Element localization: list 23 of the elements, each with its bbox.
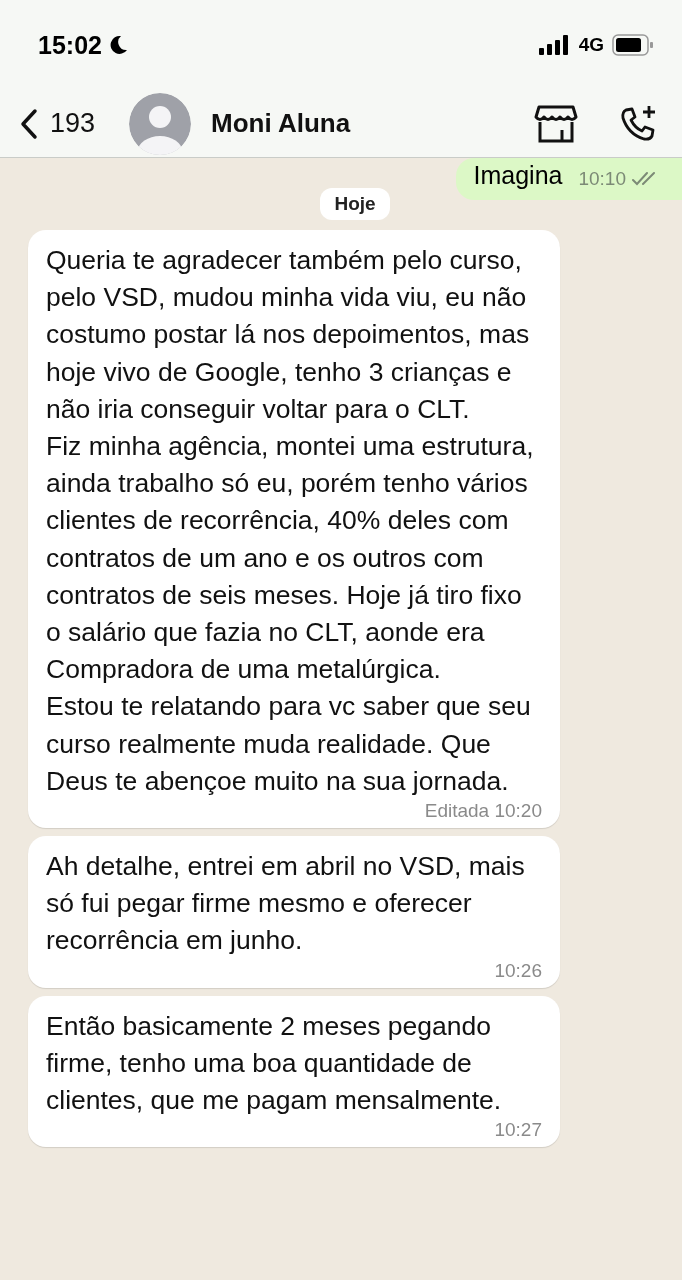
back-button[interactable]: 193 — [20, 107, 96, 140]
battery-icon — [612, 34, 654, 56]
message-time: 10:27 — [494, 1119, 542, 1142]
message-bubble[interactable]: Então basicamente 2 meses pegando firme, tenho uma boa quantidade de clientes, que me pagam mensalmente. 10:27 — [28, 995, 560, 1148]
signal-icon — [538, 35, 571, 55]
contact-name[interactable]: Moni Aluna — [211, 108, 534, 139]
chevron-left-icon — [20, 107, 38, 140]
message-text: Imagina — [473, 160, 563, 190]
storefront-icon[interactable] — [534, 103, 578, 144]
message-bubble[interactable]: Imagina 10:10 — [455, 158, 682, 200]
message-text: Ah detalhe, entrei em abril no VSD, mais só fui pegar firme mesmo e oferecer recorrência em junho. — [46, 850, 526, 958]
network-type: 4G — [578, 34, 604, 56]
message-text: Então basicamente 2 meses pegando firme, tenho uma boa quantidade de clientes, que me pagam mensalmente. — [46, 1009, 503, 1118]
message-bubble[interactable]: Ah detalhe, entrei em abril no VSD, mais só fui pegar firme mesmo e oferecer recorrência em junho. 10:26 — [28, 836, 560, 988]
add-call-icon[interactable] — [618, 103, 658, 144]
double-check-icon — [632, 171, 658, 187]
message-time: 10:26 — [494, 959, 542, 982]
status-time: 15:02 — [38, 30, 102, 60]
message-text: Queria te agradecer também pelo curso, pelo VSD, mudou minha vida viu, eu não costumo postar lá nos depoimentos, mas hoje vivo de Google, tenho 3 crianças e não iria conseguir voltar para o CLT. Fiz minha agência, montei uma estrutura, ainda trabalho só eu, porém tenho vários clientes de recorrência, 40% deles com contratos de um ano e os outros com contratos de seis meses. Hoje já tiro fixo o salário que fazia no CLT, aonde era Compradora de uma metalúrgica. Estou te relatando para vc saber que seu curso realmente muda realidade. Que Deus te abençoe muito na sua jornada. — [46, 244, 535, 798]
message-time: 10:10 — [578, 168, 626, 190]
moon-icon — [109, 35, 128, 55]
date-chip: Hoje — [320, 188, 390, 220]
message-time: Editada 10:20 — [424, 800, 542, 823]
